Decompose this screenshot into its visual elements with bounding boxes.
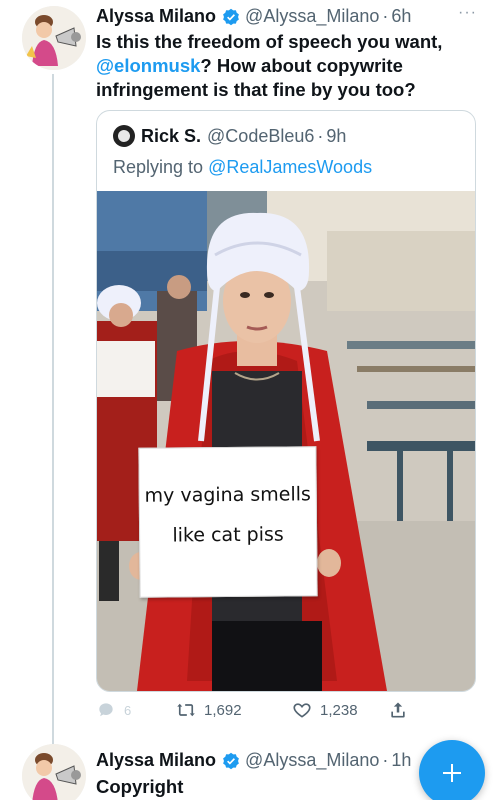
replying-to-mention[interactable]: @RealJamesWoods bbox=[208, 157, 372, 177]
handle[interactable]: @Alyssa_Milano bbox=[245, 750, 379, 771]
tweet-text-line: infringement is that fine by you too? bbox=[96, 79, 416, 100]
separator-dot: · bbox=[317, 125, 324, 146]
like-icon bbox=[293, 703, 311, 718]
tweet-header: Alyssa Milano @Alyssa_Milano · 1h bbox=[96, 750, 411, 771]
quoted-tweet[interactable]: Rick S. @CodeBleu6 · 9h Replying to @Rea… bbox=[96, 110, 476, 692]
tweet-text-line: ? How about copywrite bbox=[200, 55, 403, 76]
verified-badge-icon bbox=[222, 752, 240, 770]
like-count: 1,238 bbox=[320, 701, 358, 719]
timestamp[interactable]: 6h bbox=[391, 6, 411, 27]
display-name[interactable]: Alyssa Milano bbox=[96, 6, 216, 27]
sign-text-line: like cat piss bbox=[172, 523, 284, 547]
tweet-text: Is this the freedom of speech you want, … bbox=[96, 30, 476, 102]
thread-line bbox=[52, 74, 54, 744]
separator-dot: · bbox=[382, 750, 389, 770]
sign-text-line: my vagina smells bbox=[144, 483, 311, 507]
compose-plus-icon bbox=[443, 764, 461, 782]
reply-button[interactable]: 6 bbox=[96, 700, 131, 720]
handwritten-sign: my vagina smells like cat piss bbox=[138, 446, 318, 598]
share-icon bbox=[391, 702, 405, 718]
share-button[interactable] bbox=[388, 700, 416, 720]
mention-link[interactable]: @elonmusk bbox=[96, 55, 200, 76]
quoted-avatar bbox=[113, 125, 135, 147]
reply-icon bbox=[99, 703, 113, 717]
tweet-text-line: Is this the freedom of speech you want, bbox=[96, 31, 443, 52]
retweet-icon bbox=[177, 703, 195, 717]
quoted-timestamp: 9h bbox=[326, 125, 347, 146]
quoted-display-name: Rick S. bbox=[141, 125, 202, 146]
display-name[interactable]: Alyssa Milano bbox=[96, 750, 216, 771]
separator-dot: · bbox=[382, 6, 389, 26]
more-icon[interactable]: ··· bbox=[458, 4, 477, 22]
retweet-count: 1,692 bbox=[204, 701, 242, 719]
replying-to: Replying to @RealJamesWoods bbox=[113, 157, 372, 178]
tweet-actions: 6 1,692 1,238 bbox=[96, 700, 416, 724]
retweet-button[interactable]: 1,692 bbox=[176, 700, 242, 720]
like-button[interactable]: 1,238 bbox=[292, 700, 358, 720]
replying-to-prefix: Replying to bbox=[113, 157, 204, 177]
compose-button[interactable] bbox=[419, 740, 485, 800]
tweet-photo[interactable]: my vagina smells like cat piss bbox=[97, 191, 475, 691]
avatar[interactable] bbox=[22, 744, 86, 800]
handle[interactable]: @Alyssa_Milano bbox=[245, 6, 379, 27]
avatar[interactable] bbox=[22, 6, 86, 70]
timestamp[interactable]: 1h bbox=[391, 750, 411, 771]
reply-count: 6 bbox=[124, 702, 132, 718]
verified-badge-icon bbox=[222, 8, 240, 26]
tweet-header: Alyssa Milano @Alyssa_Milano · 6h bbox=[96, 6, 411, 27]
quoted-handle: @CodeBleu6 bbox=[207, 125, 315, 146]
quoted-tweet-header: Rick S. @CodeBleu6 · 9h bbox=[113, 125, 346, 147]
